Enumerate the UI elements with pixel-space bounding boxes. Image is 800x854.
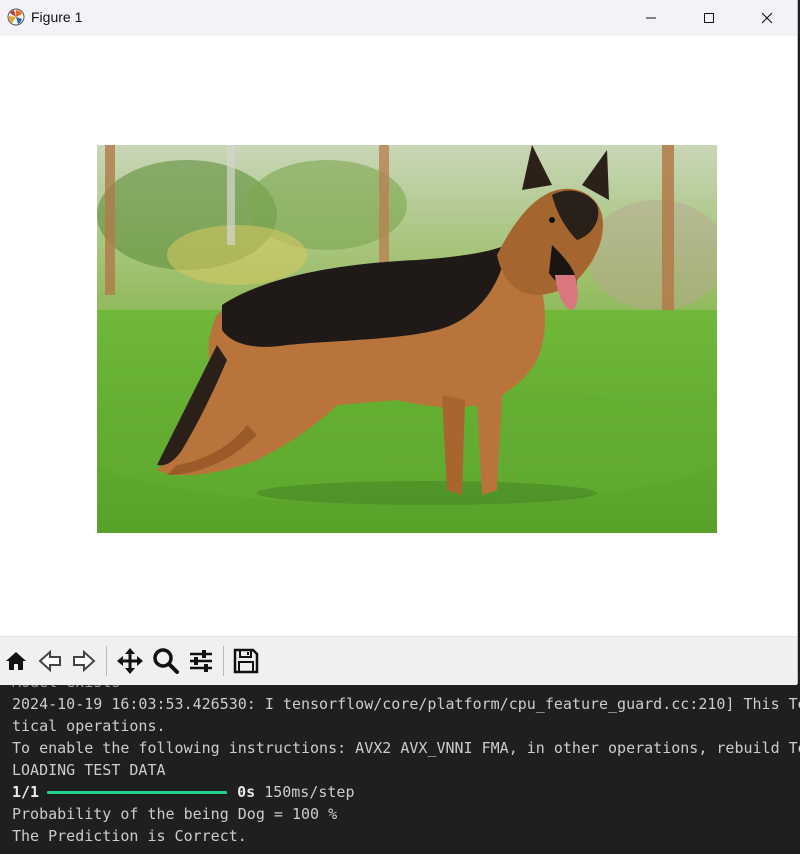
configure-subplots-icon [190, 650, 212, 672]
terminal-line: To enable the following instructions: AV… [12, 739, 800, 757]
zoom-icon [153, 648, 179, 674]
terminal-line: Probability of the being Dog = 100 % [12, 805, 338, 823]
figure-window: Figure 1 [0, 0, 797, 685]
configure-subplots-button[interactable] [187, 647, 215, 675]
maximize-icon [704, 13, 714, 23]
terminal-line: The Prediction is Correct. [12, 827, 247, 845]
back-icon [38, 649, 61, 673]
minimize-icon [646, 17, 656, 19]
progress-bar [47, 791, 228, 794]
toolbar-separator [106, 646, 107, 676]
terminal-line: 2024-10-19 16:03:53.426530: I tensorflow… [12, 695, 800, 713]
terminal-output: Model exists 2024-10-19 16:03:53.426530:… [0, 673, 800, 854]
back-button[interactable] [36, 647, 64, 675]
save-button[interactable] [232, 647, 260, 675]
zoom-button[interactable] [152, 647, 180, 675]
terminal-progress-line: 1/1 0s 150ms/step [12, 781, 800, 803]
forward-button[interactable] [70, 647, 98, 675]
progress-step: 1/1 [12, 783, 40, 801]
figure-toolbar [0, 636, 797, 685]
window-title: Figure 1 [31, 9, 83, 25]
home-button[interactable] [2, 647, 30, 675]
save-icon [233, 648, 259, 674]
toolbar-separator [223, 646, 224, 676]
pan-button[interactable] [116, 647, 144, 675]
dog-photo [97, 145, 717, 533]
forward-icon [73, 649, 96, 673]
close-button[interactable] [738, 0, 796, 36]
pan-icon [117, 648, 143, 674]
matplotlib-logo-icon [7, 8, 25, 26]
minimize-button[interactable] [622, 0, 680, 36]
maximize-button[interactable] [680, 0, 738, 36]
terminal-line: LOADING TEST DATA [12, 761, 166, 779]
title-bar[interactable]: Figure 1 [0, 0, 797, 36]
terminal-line: tical operations. [12, 717, 166, 735]
home-icon [6, 652, 26, 670]
progress-rate: 150ms/step [264, 783, 355, 801]
figure-canvas[interactable] [0, 36, 797, 636]
progress-time: 0s [237, 783, 256, 801]
close-icon [761, 12, 773, 24]
